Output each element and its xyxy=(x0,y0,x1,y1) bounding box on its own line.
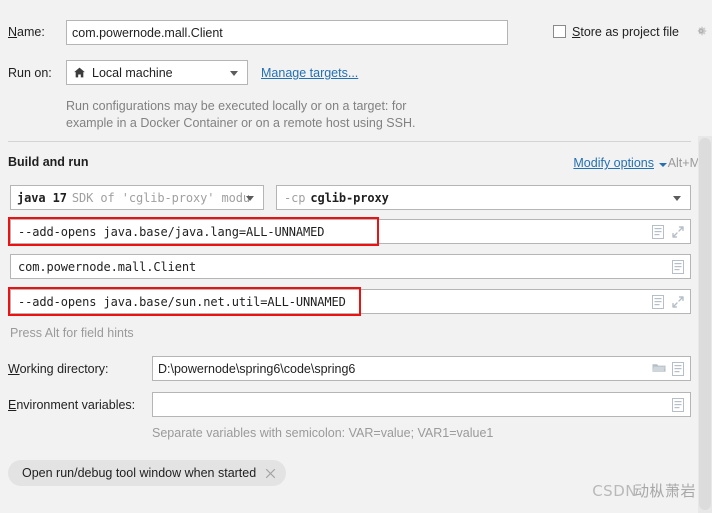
macro-icon[interactable] xyxy=(652,294,664,309)
store-label-text: tore as project file xyxy=(580,25,680,39)
manage-targets-link[interactable]: Manage targets... xyxy=(261,66,358,80)
name-label-text: ame: xyxy=(17,25,45,39)
targets-hint: Run configurations may be executed local… xyxy=(66,98,486,132)
name-input-value: com.powernode.mall.Client xyxy=(72,25,223,40)
folder-icon[interactable] xyxy=(652,362,666,376)
section-divider xyxy=(8,141,691,142)
main-class-input[interactable]: com.powernode.mall.Client xyxy=(10,254,691,279)
run-on-value: Local machine xyxy=(92,65,173,80)
vm-options-input[interactable]: --add-opens java.base/java.lang=ALL-UNNA… xyxy=(10,219,691,244)
targets-hint-line-2: example in a Docker Container or on a re… xyxy=(66,116,416,130)
scrollbar-thumb[interactable] xyxy=(699,138,711,510)
expand-icon[interactable] xyxy=(672,225,684,238)
classpath-flag: -cp xyxy=(284,190,306,205)
chip-label: Open run/debug tool window when started xyxy=(22,466,257,480)
gear-icon[interactable] xyxy=(694,24,708,38)
vm-options-value: --add-opens java.base/java.lang=ALL-UNNA… xyxy=(18,224,325,239)
main-class-field-icons xyxy=(672,259,684,274)
chevron-down-icon[interactable] xyxy=(659,163,667,167)
program-arguments-field-icons xyxy=(652,294,684,309)
modify-options-link[interactable]: Modify options xyxy=(573,156,654,170)
environment-variables-input[interactable] xyxy=(152,392,691,417)
working-directory-value: D:\powernode\spring6\code\spring6 xyxy=(158,361,356,376)
classpath-module: cglib-proxy xyxy=(310,190,389,205)
environment-variables-hint: Separate variables with semicolon: VAR=v… xyxy=(152,426,494,440)
main-class-value: com.powernode.mall.Client xyxy=(18,259,197,274)
chevron-down-icon[interactable] xyxy=(673,195,681,201)
chevron-down-icon[interactable] xyxy=(230,70,238,76)
run-configuration-dialog: Name: com.powernode.mall.Client Store as… xyxy=(0,0,712,513)
edit-variables-icon[interactable] xyxy=(672,397,684,412)
chevron-down-icon[interactable] xyxy=(246,195,254,201)
working-directory-field-icons xyxy=(652,361,684,376)
working-directory-input[interactable]: D:\powernode\spring6\code\spring6 xyxy=(152,356,691,381)
name-input[interactable]: com.powernode.mall.Client xyxy=(66,20,508,45)
jre-name: java 17 xyxy=(17,190,67,205)
program-arguments-input[interactable]: --add-opens java.base/sun.net.util=ALL-U… xyxy=(10,289,691,314)
run-on-dropdown[interactable]: Local machine xyxy=(66,60,248,85)
macro-icon[interactable] xyxy=(652,224,664,239)
build-and-run-title: Build and run xyxy=(8,155,89,169)
targets-hint-line-1: Run configurations may be executed local… xyxy=(66,99,407,113)
jre-dropdown[interactable]: java 17 SDK of 'cglib-proxy' modu xyxy=(10,185,264,210)
name-label: Name: xyxy=(8,25,45,39)
store-as-project-file-label: Store as project file xyxy=(572,25,680,39)
field-hint-text: Press Alt for field hints xyxy=(10,326,134,340)
vm-options-field-icons xyxy=(652,224,684,239)
environment-variables-field-icons xyxy=(672,397,684,412)
expand-icon[interactable] xyxy=(672,295,684,308)
working-directory-label-text: orking directory: xyxy=(19,362,109,376)
close-icon[interactable] xyxy=(265,468,276,479)
environment-variables-label-text: nvironment variables: xyxy=(16,398,136,412)
environment-variables-label: Environment variables: xyxy=(8,398,136,412)
jre-description: SDK of 'cglib-proxy' modu xyxy=(71,190,250,205)
classpath-dropdown[interactable]: -cp cglib-proxy xyxy=(276,185,691,210)
home-icon xyxy=(73,66,86,79)
run-on-label: Run on: xyxy=(8,66,52,80)
store-as-project-file-checkbox[interactable] xyxy=(553,25,566,38)
chip-open-run-debug-tool-window[interactable]: Open run/debug tool window when started xyxy=(8,460,287,486)
macro-icon[interactable] xyxy=(672,361,684,376)
browse-class-icon[interactable] xyxy=(672,259,684,274)
modify-options-shortcut: Alt+M xyxy=(667,156,700,170)
program-arguments-value: --add-opens java.base/sun.net.util=ALL-U… xyxy=(18,294,346,309)
working-directory-label: Working directory: xyxy=(8,362,109,376)
watermark: CSDN动枞萧岩 xyxy=(592,480,696,501)
watermark-prefix: CSDN xyxy=(592,482,637,500)
run-on-label-text: Run on: xyxy=(8,66,52,80)
watermark-suffix: 动枞萧岩 xyxy=(633,482,696,500)
